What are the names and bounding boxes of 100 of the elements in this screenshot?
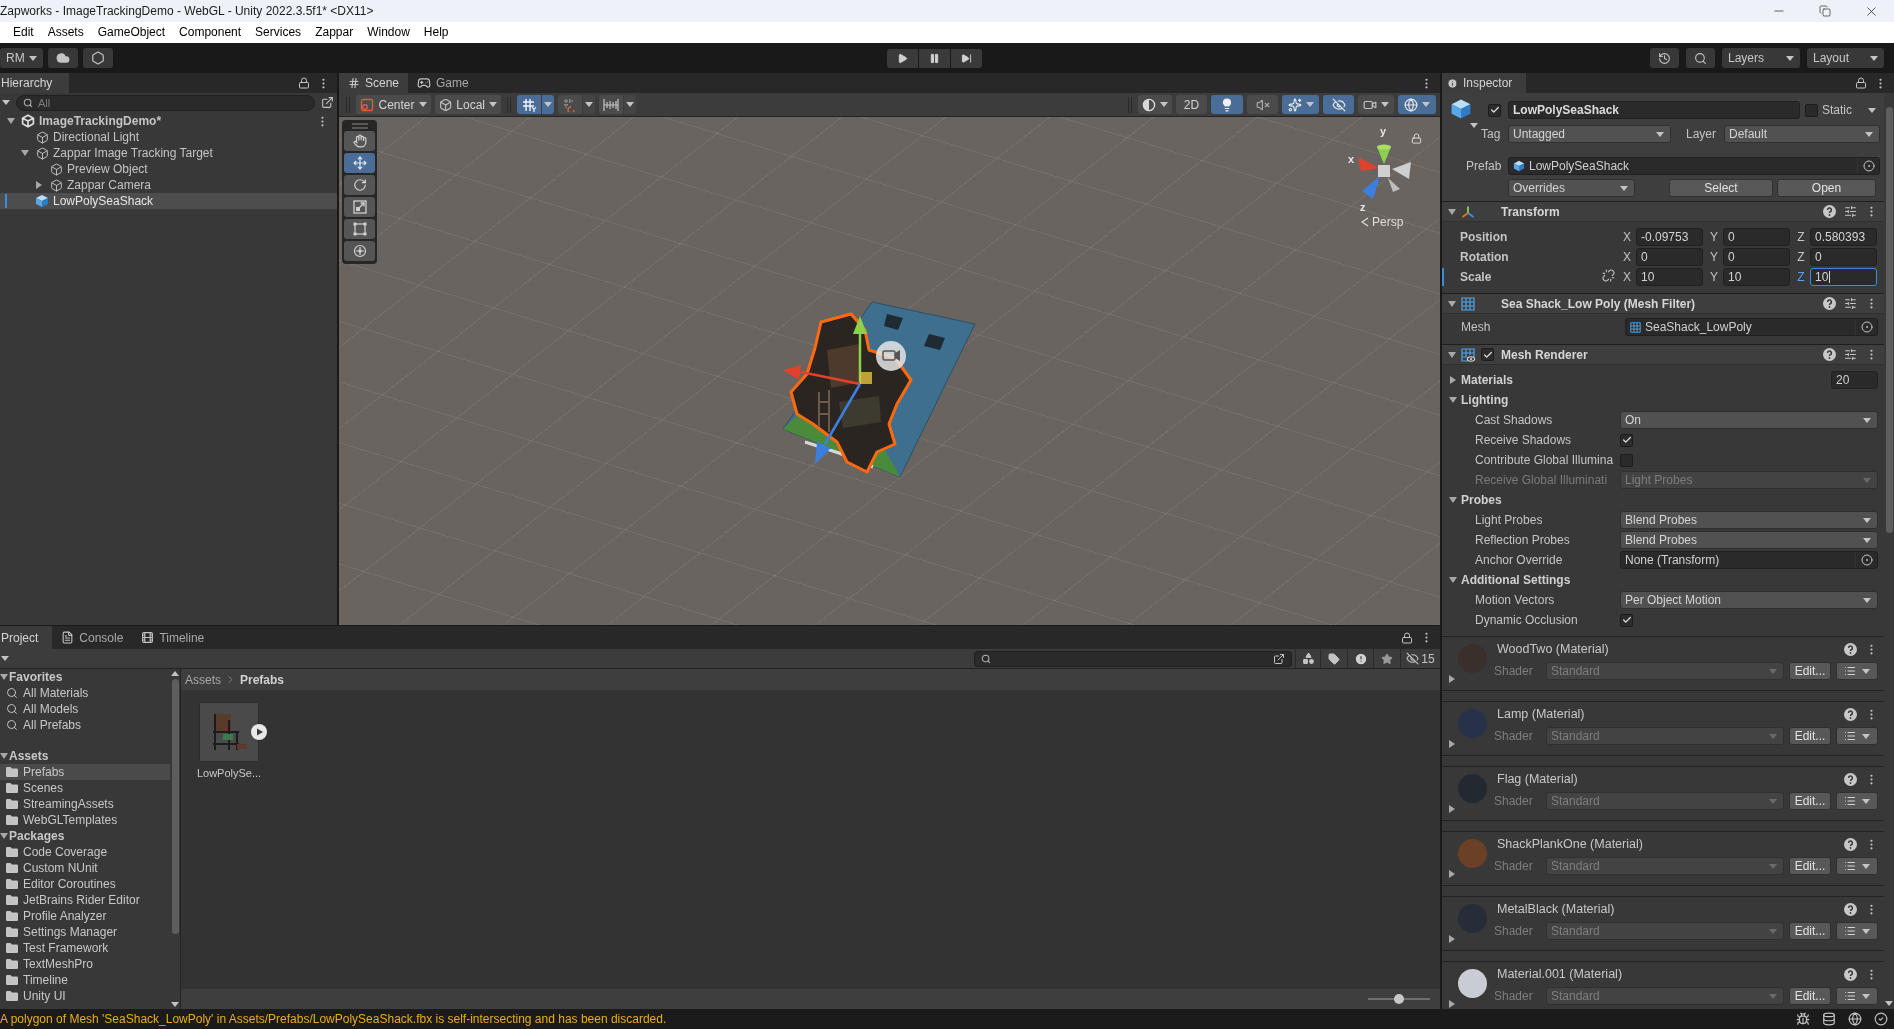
drag-handle-icon[interactable] xyxy=(351,123,368,129)
project-tree-item[interactable]: Settings Manager xyxy=(0,924,170,940)
help-icon[interactable] xyxy=(1844,837,1857,851)
number-field[interactable]: 0.580393 xyxy=(1810,228,1877,246)
unlink-icon[interactable] xyxy=(1602,269,1615,282)
lock-icon[interactable] xyxy=(1855,77,1867,89)
list-dropdown[interactable] xyxy=(1836,792,1878,810)
scroll-up-icon[interactable] xyxy=(171,671,179,676)
rect-tool-button[interactable] xyxy=(344,219,375,239)
breadcrumb-item[interactable]: Assets xyxy=(185,672,221,687)
edit-button[interactable]: Edit... xyxy=(1789,662,1831,680)
pause-button[interactable] xyxy=(919,48,950,68)
checkbox[interactable] xyxy=(1488,103,1501,117)
checkbox[interactable] xyxy=(1620,433,1633,447)
scroll-down-icon[interactable] xyxy=(171,1002,179,1007)
transform-tool-button[interactable] xyxy=(344,241,375,261)
space-dropdown[interactable]: Local xyxy=(435,95,501,114)
layer-dropdown[interactable]: Default xyxy=(1724,125,1880,143)
version-control-button[interactable] xyxy=(83,48,113,68)
hierarchy-item[interactable]: LowPolySeaShack xyxy=(0,193,337,209)
project-tree-item[interactable]: Prefabs xyxy=(0,764,170,780)
menu-item[interactable]: Zappar xyxy=(308,22,361,43)
prefab-button[interactable]: Open xyxy=(1777,179,1876,197)
gizmos-dropdown[interactable] xyxy=(1398,95,1436,114)
project-tree-item[interactable]: All Materials xyxy=(0,685,170,701)
project-tree-item[interactable]: Code Coverage xyxy=(0,844,170,860)
scale-tool-button[interactable] xyxy=(344,197,375,217)
lock-icon[interactable] xyxy=(298,77,310,89)
menu-item[interactable]: Services xyxy=(248,22,309,43)
list-dropdown[interactable] xyxy=(1836,922,1878,940)
expanded-arrow-icon[interactable] xyxy=(21,149,29,157)
dropdown[interactable]: Per Object Motion xyxy=(1620,591,1878,609)
scrollbar-track[interactable] xyxy=(170,669,180,1009)
hidden-packages-toggle[interactable]: 15 xyxy=(1400,649,1440,668)
edit-button[interactable]: Edit... xyxy=(1789,792,1831,810)
project-tree-item[interactable]: Favorites xyxy=(0,669,170,685)
expanded-arrow-icon[interactable] xyxy=(1448,299,1456,308)
collapsed-arrow-icon[interactable] xyxy=(1448,935,1456,943)
list-dropdown[interactable] xyxy=(1836,987,1878,1005)
help-icon[interactable] xyxy=(1844,902,1857,916)
help-icon[interactable] xyxy=(1844,707,1857,721)
help-icon[interactable] xyxy=(1844,772,1857,786)
play-button[interactable] xyxy=(887,48,918,68)
edit-button[interactable]: Edit... xyxy=(1789,987,1831,1005)
scene-view[interactable]: y x z Persp xyxy=(339,117,1440,625)
number-field[interactable]: 0 xyxy=(1723,248,1790,266)
menu-item[interactable]: GameObject xyxy=(90,22,173,43)
project-tree-item[interactable]: Editor Coroutines xyxy=(0,876,170,892)
project-tree-item[interactable]: Custom NUnit xyxy=(0,860,170,876)
number-field[interactable]: 0 xyxy=(1636,248,1703,266)
dropdown-arrow-icon[interactable] xyxy=(1,656,9,661)
menu-item[interactable]: Component xyxy=(172,22,249,43)
project-tree-item[interactable]: Profile Analyzer xyxy=(0,908,170,924)
number-field[interactable]: -0.09753 xyxy=(1636,228,1703,246)
number-field[interactable]: 10 xyxy=(1810,268,1877,286)
check-circle-icon[interactable] xyxy=(1874,1012,1888,1026)
number-field[interactable]: 0 xyxy=(1810,248,1877,266)
panel-tab[interactable]: Scene xyxy=(339,73,409,93)
collapsed-arrow-icon[interactable] xyxy=(1448,870,1456,878)
dropdown-button[interactable] xyxy=(542,95,554,114)
ruler-toggle[interactable] xyxy=(599,95,623,114)
section-label[interactable]: Additional Settings xyxy=(1461,573,1620,587)
sliders-icon[interactable] xyxy=(1844,297,1857,310)
expanded-arrow-icon[interactable] xyxy=(1449,396,1457,404)
account-dropdown[interactable]: RM xyxy=(0,48,43,68)
prefab-field[interactable]: LowPolySeaShack xyxy=(1508,157,1880,175)
collapsed-arrow-icon[interactable] xyxy=(1448,675,1456,683)
slider-thumb[interactable] xyxy=(1394,994,1404,1004)
checkbox[interactable] xyxy=(1620,453,1633,467)
project-tree-item[interactable]: Scenes xyxy=(0,780,170,796)
list-dropdown[interactable] xyxy=(1836,727,1878,745)
project-tree-item[interactable]: Packages xyxy=(0,828,170,844)
globe-icon[interactable] xyxy=(1848,1012,1862,1026)
dropdown[interactable]: On xyxy=(1620,411,1878,429)
help-icon[interactable] xyxy=(1844,642,1857,656)
menu-item[interactable]: Help xyxy=(416,22,456,43)
asset-thumbnail[interactable] xyxy=(199,702,259,762)
project-tree-item[interactable]: TextMeshPro xyxy=(0,956,170,972)
collapsed-arrow-icon[interactable] xyxy=(1449,376,1457,384)
bug-icon[interactable] xyxy=(1796,1012,1810,1026)
project-tree-item[interactable]: All Prefabs xyxy=(0,717,170,733)
play-circle-icon[interactable] xyxy=(251,724,267,740)
hierarchy-item[interactable]: Zappar Image Tracking Target xyxy=(0,145,337,161)
hierarchy-item[interactable]: Zappar Camera xyxy=(0,177,337,193)
dropdown[interactable]: Blend Probes xyxy=(1620,531,1878,549)
sliders-icon[interactable] xyxy=(1844,205,1857,218)
size-slider[interactable] xyxy=(1368,993,1430,1005)
expanded-arrow-icon[interactable] xyxy=(0,832,8,840)
collapsed-arrow-icon[interactable] xyxy=(1448,1000,1456,1008)
layers-dropdown[interactable]: Layers xyxy=(1722,48,1800,68)
expanded-arrow-icon[interactable] xyxy=(1448,207,1456,216)
expanded-arrow-icon[interactable] xyxy=(1449,576,1457,584)
scrollbar-thumb[interactable] xyxy=(171,679,179,934)
layout-dropdown[interactable]: Layout xyxy=(1807,48,1884,68)
hierarchy-item[interactable]: Preview Object xyxy=(0,161,337,177)
step-button[interactable] xyxy=(951,48,982,68)
number-field[interactable]: 10 xyxy=(1723,268,1790,286)
grid-snap-toggle[interactable] xyxy=(517,95,541,114)
overrides-dropdown[interactable]: Overrides xyxy=(1508,179,1635,197)
database-icon[interactable] xyxy=(1822,1012,1836,1026)
